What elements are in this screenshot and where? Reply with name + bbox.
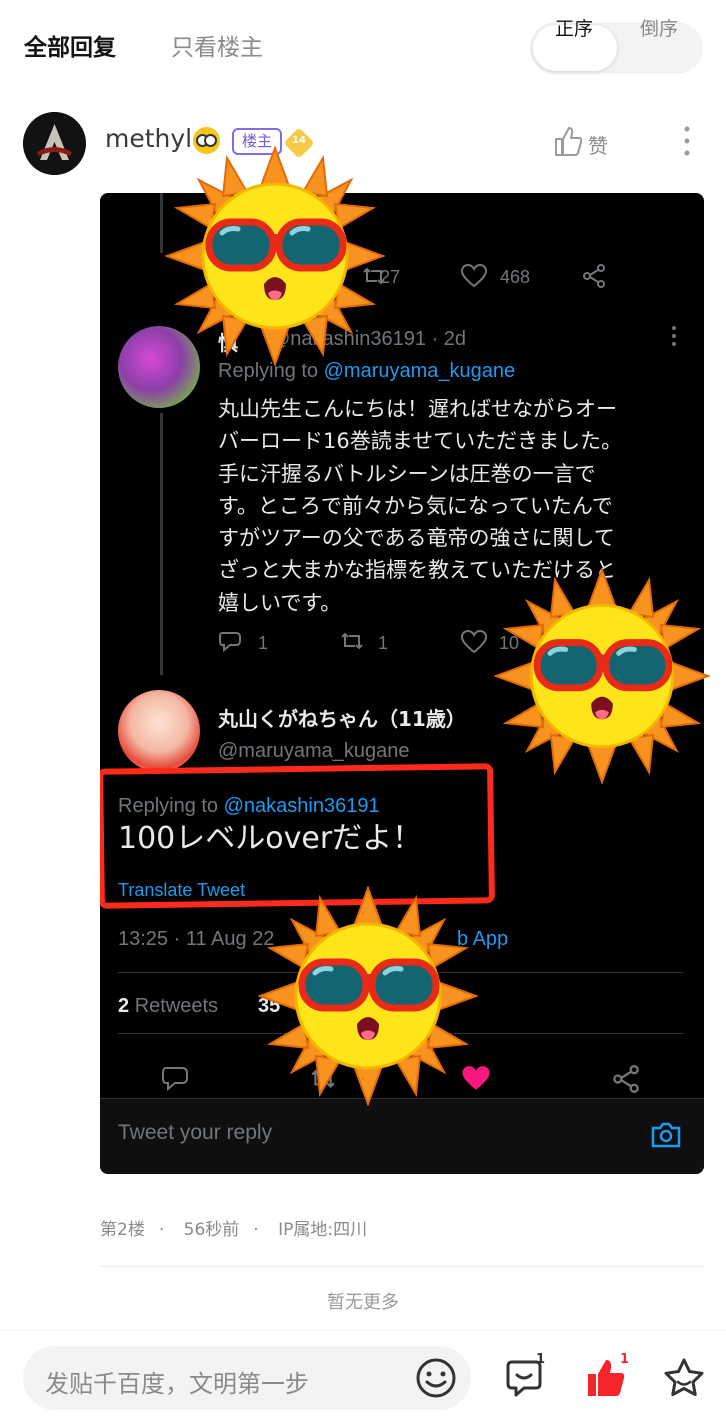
tab-op-only[interactable]: 只看楼主 <box>171 28 263 62</box>
reply-icon <box>219 632 241 652</box>
reply1-retweet-count: 1 <box>378 633 389 653</box>
reply-icon <box>162 1067 188 1091</box>
sort-ascending-option[interactable]: 正序 <box>555 14 593 41</box>
share-icon <box>613 1065 639 1093</box>
camera-icon <box>651 1122 681 1148</box>
share-icon <box>583 264 605 288</box>
like-label[interactable]: 赞 <box>588 130 608 159</box>
retweet-icon <box>341 632 363 650</box>
main-user-handle: @maruyama_kugane <box>218 740 410 762</box>
main-user-avatar <box>118 690 200 772</box>
user-avatar[interactable] <box>23 112 86 175</box>
favorite-star-icon[interactable] <box>662 1356 706 1400</box>
more-options-icon[interactable] <box>684 126 690 156</box>
tweet-timestamp: 13:25 · 11 Aug 22 <box>118 928 275 950</box>
thread-line-top <box>160 193 163 253</box>
sun-sunglasses-sticker <box>165 146 385 366</box>
sort-descending-option[interactable]: 倒序 <box>640 14 678 41</box>
reply1-reply-count: 1 <box>258 633 269 653</box>
post-time: 56秒前 <box>183 1220 240 1240</box>
sun-sunglasses-sticker <box>258 886 478 1106</box>
heart-icon <box>461 264 487 288</box>
tab-all-replies[interactable]: 全部回复 <box>24 28 116 62</box>
emoji-icon[interactable] <box>414 1356 458 1400</box>
tweet-more-icon <box>672 326 676 346</box>
tweet-reply-placeholder: Tweet your reply <box>118 1121 273 1144</box>
main-user-name: 丸山くがねちゃん（11歳） <box>218 707 466 731</box>
thumbs-up-icon[interactable] <box>553 125 583 157</box>
floor-number: 第2楼 <box>100 1220 145 1240</box>
reply-filter-bar: 全部回复 只看楼主 正序 倒序 <box>0 0 726 100</box>
no-more-text: 暂无更多 <box>327 1292 399 1313</box>
ip-location: IP属地:四川 <box>278 1220 368 1240</box>
retweets-summary: 2 Retweets <box>118 995 219 1017</box>
divider <box>100 1266 704 1267</box>
comment-count: 1 <box>536 1352 546 1367</box>
thread-line-connector <box>160 413 163 675</box>
top-like-count: 468 <box>500 267 531 287</box>
heart-icon <box>461 630 487 654</box>
level-badge-number: 14 <box>292 135 306 146</box>
compose-placeholder: 发贴千百度，文明第一步 <box>45 1370 309 1398</box>
post-meta: 第2楼 · 56秒前 · IP属地:四川 <box>100 1220 368 1240</box>
like-count: 1 <box>620 1352 630 1367</box>
sun-sunglasses-sticker <box>494 568 710 784</box>
